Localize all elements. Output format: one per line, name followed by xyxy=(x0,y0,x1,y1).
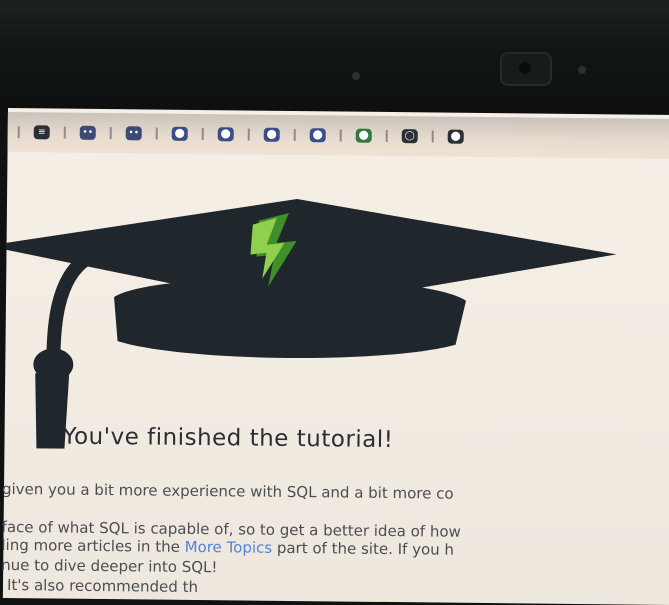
extension-toolbar: ≡ •• •• ⬤ ⬤ ⬤ ⬤ ⬤ ◯ ⬤ xyxy=(7,111,669,160)
extension-icon-5[interactable]: ⬤ xyxy=(355,128,372,143)
paragraph-text: ling more articles in the xyxy=(1,535,185,556)
extension-icon-1[interactable]: ⬤ xyxy=(171,126,188,141)
paragraph-line: It's also recommended th xyxy=(6,576,199,597)
paragraph-text: part of the site. If you h xyxy=(272,538,455,559)
laptop-bezel xyxy=(0,0,669,120)
toolbar-separator xyxy=(155,127,158,140)
paragraph-line: nue to dive deeper into SQL! xyxy=(1,555,218,577)
toolbar-separator xyxy=(63,126,66,139)
paragraph-line: ling more articles in the More Topics pa… xyxy=(1,536,454,559)
toolbar-separator xyxy=(201,128,204,141)
github-icon[interactable]: ◯ xyxy=(401,129,418,144)
chat-icon-2[interactable]: •• xyxy=(125,126,142,141)
more-topics-link[interactable]: More Topics xyxy=(185,538,273,557)
toolbar-separator xyxy=(109,127,112,140)
page-title: You've finished the tutorial! xyxy=(62,423,394,454)
indicator-light xyxy=(352,72,360,80)
toolbar-separator xyxy=(17,126,20,139)
paragraph-line: given you a bit more experience with SQL… xyxy=(1,479,454,503)
browser-screen: ≡ •• •• ⬤ ⬤ ⬤ ⬤ ⬤ ◯ ⬤ You've finished th… xyxy=(0,108,669,605)
webcam xyxy=(500,52,552,86)
chat-icon[interactable]: •• xyxy=(79,125,96,140)
toolbar-separator xyxy=(339,129,342,142)
extension-icon-4[interactable]: ⬤ xyxy=(309,128,326,143)
extension-icon-3[interactable]: ⬤ xyxy=(263,127,280,142)
toolbar-separator xyxy=(293,128,296,142)
toolbar-separator xyxy=(431,130,434,143)
sensor-dot xyxy=(578,66,586,74)
extension-icon-2[interactable]: ⬤ xyxy=(217,127,234,142)
list-icon[interactable]: ≡ xyxy=(33,125,50,140)
more-icon[interactable]: ⬤ xyxy=(447,129,464,144)
toolbar-separator xyxy=(247,128,250,141)
toolbar-separator xyxy=(385,129,388,142)
